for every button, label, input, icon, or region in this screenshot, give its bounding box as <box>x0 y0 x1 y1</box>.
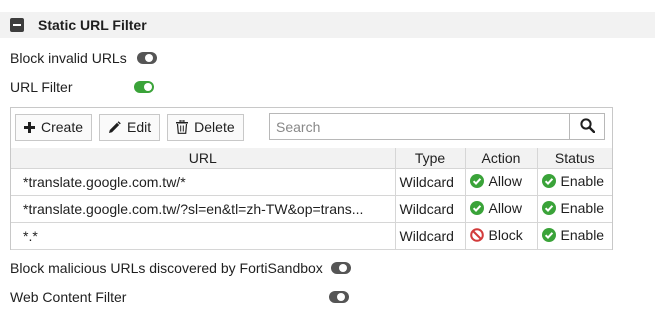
search-button[interactable] <box>569 113 605 140</box>
url-cell: *.* <box>11 221 396 250</box>
table-row[interactable]: *.* Wildcard Block Enable <box>11 221 612 250</box>
status-label: Enable <box>560 199 605 216</box>
option-web-content-filter: Web Content Filter <box>10 289 350 305</box>
plus-icon <box>24 121 35 133</box>
web-content-filter-label: Web Content Filter <box>10 289 127 305</box>
action-cell: Allow <box>464 167 538 196</box>
check-circle-icon <box>469 173 484 188</box>
url-table: URL Type Action Status *translate.google… <box>11 148 612 250</box>
type-cell: Wildcard <box>394 221 466 250</box>
column-header-type[interactable]: Type <box>394 148 466 169</box>
block-icon <box>469 227 484 242</box>
option-block-invalid-urls: Block invalid URLs <box>10 50 157 66</box>
web-content-filter-toggle[interactable] <box>329 291 350 303</box>
status-label: Enable <box>560 172 605 189</box>
table-row[interactable]: *translate.google.com.tw/* Wildcard Allo… <box>11 167 612 196</box>
url-cell: *translate.google.com.tw/?sl=en&tl=zh-TW… <box>11 194 396 223</box>
block-malicious-urls-label: Block malicious URLs discovered by Forti… <box>10 260 323 276</box>
delete-label: Delete <box>194 119 235 135</box>
type-cell: Wildcard <box>394 167 466 196</box>
section-header[interactable]: Static URL Filter <box>0 12 655 38</box>
edit-button[interactable]: Edit <box>99 113 161 141</box>
status-cell: Enable <box>536 167 612 196</box>
toolbar: Create Edit Delete <box>15 113 251 141</box>
status-label: Enable <box>560 226 605 243</box>
create-label: Create <box>41 119 84 135</box>
status-cell: Enable <box>536 221 612 250</box>
action-label: Allow <box>488 172 522 189</box>
action-label: Allow <box>488 199 522 216</box>
url-filter-label: URL Filter <box>10 79 73 95</box>
option-url-filter: URL Filter <box>10 79 154 95</box>
status-cell: Enable <box>536 194 612 223</box>
type-cell: Wildcard <box>394 194 466 223</box>
search-icon <box>579 117 595 136</box>
url-filter-toggle[interactable] <box>133 81 154 93</box>
action-cell: Block <box>464 221 538 250</box>
table-row[interactable]: *translate.google.com.tw/?sl=en&tl=zh-TW… <box>11 194 612 223</box>
table-header-row: URL Type Action Status <box>11 148 612 169</box>
block-malicious-urls-toggle[interactable] <box>330 262 351 274</box>
check-circle-icon <box>469 200 484 215</box>
section-title: Static URL Filter <box>38 17 147 33</box>
check-circle-icon <box>541 200 556 215</box>
check-circle-icon <box>541 227 556 242</box>
block-invalid-urls-label: Block invalid URLs <box>10 50 127 66</box>
url-filter-panel: Create Edit Delete URL Type Action Sta <box>10 107 613 250</box>
option-block-malicious-urls: Block malicious URLs discovered by Forti… <box>10 260 351 276</box>
url-cell: *translate.google.com.tw/* <box>11 167 396 196</box>
edit-label: Edit <box>127 119 152 135</box>
block-invalid-urls-toggle[interactable] <box>136 52 157 64</box>
action-label: Block <box>488 226 523 243</box>
action-cell: Allow <box>464 194 538 223</box>
delete-button[interactable]: Delete <box>167 113 244 141</box>
create-button[interactable]: Create <box>15 113 93 141</box>
check-circle-icon <box>541 173 556 188</box>
trash-icon <box>176 120 189 134</box>
search-input[interactable] <box>269 113 570 140</box>
collapse-icon[interactable] <box>10 18 24 32</box>
column-header-url[interactable]: URL <box>11 148 396 169</box>
pencil-icon <box>108 120 121 134</box>
column-header-status[interactable]: Status <box>536 148 612 169</box>
column-header-action[interactable]: Action <box>464 148 538 169</box>
